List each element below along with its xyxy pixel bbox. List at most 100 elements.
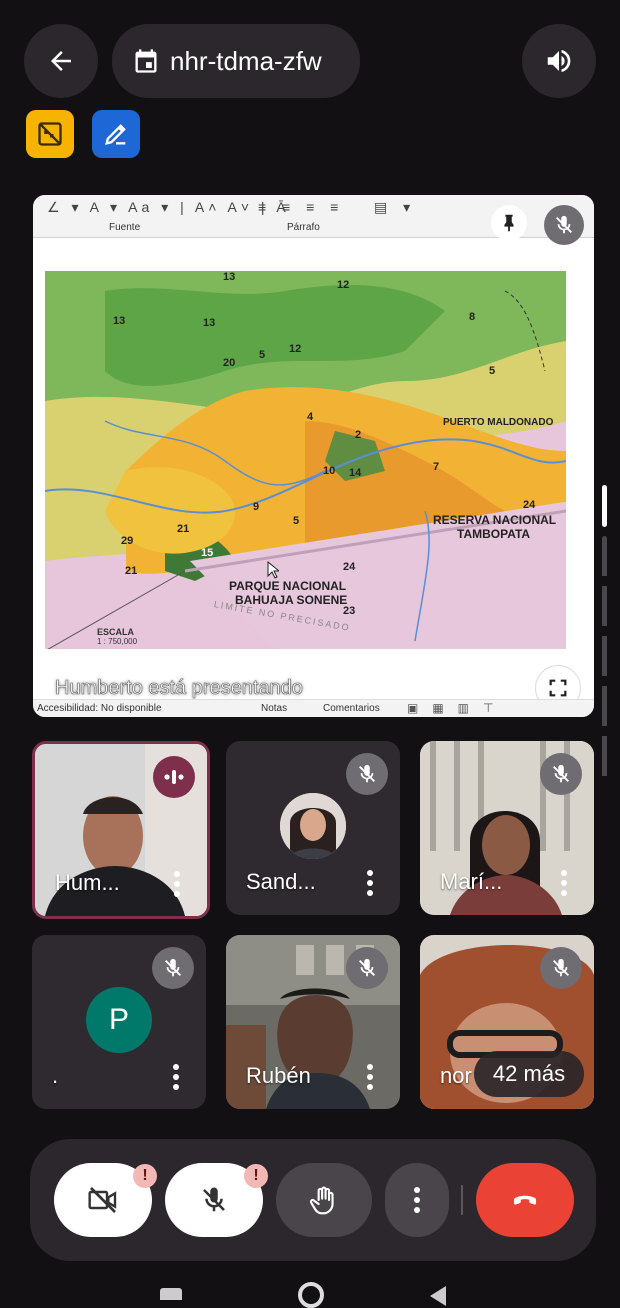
participant-name: nor (440, 1063, 472, 1088)
map-label: 12 (337, 279, 350, 291)
map-image: 13 12 8 13 13 20 5 12 5 4 2 10 14 7 9 5 … (45, 271, 566, 649)
map-label: 5 (293, 515, 300, 527)
map-label: 5 (259, 349, 266, 361)
more-options-button[interactable] (385, 1163, 449, 1237)
document-status-bar: Accesibilidad: No disponible Notas Comen… (33, 699, 594, 717)
control-divider (461, 1185, 463, 1215)
map-label: 21 (177, 523, 190, 535)
participant-tile[interactable]: Sand... (226, 741, 400, 915)
more-options-icon[interactable] (366, 869, 374, 897)
accessibility-status: Accesibilidad: No disponible (37, 703, 162, 714)
meeting-code-chip[interactable]: nhr-tdma-zfw (112, 24, 360, 98)
participant-tile[interactable]: P . (32, 935, 206, 1109)
notes-button: Notas (261, 703, 288, 714)
map-scale: ESCALA (97, 627, 135, 637)
scroll-track-marks (602, 536, 607, 786)
map-label: PARQUE NACIONAL (229, 579, 347, 593)
home-button[interactable] (298, 1282, 324, 1308)
map-label: 4 (307, 411, 314, 423)
more-options-icon[interactable] (172, 1063, 180, 1091)
more-participants-chip[interactable]: 42 más (474, 1051, 584, 1097)
participant-tile[interactable]: Hum... (32, 741, 210, 919)
view-icons: ▣▦▥⊤ (407, 701, 508, 715)
volume-icon (547, 50, 571, 72)
more-participants-count: 42 más (492, 1061, 566, 1086)
mic-off-icon (203, 1187, 225, 1212)
mute-badge (346, 753, 388, 795)
camera-warning-badge: ! (133, 1164, 157, 1188)
avatar-initial: P (108, 1003, 129, 1036)
paragraph-group-label: Párrafo (287, 222, 320, 233)
map-label: 2 (355, 429, 362, 441)
pin-button[interactable] (491, 205, 527, 241)
map-label: 9 (253, 501, 260, 513)
fullscreen-icon (549, 679, 567, 697)
map-label: 24 (523, 499, 536, 511)
recents-button[interactable] (160, 1288, 182, 1300)
map-label: 10 (323, 465, 336, 477)
back-nav-button[interactable] (430, 1286, 446, 1306)
meeting-code: nhr-tdma-zfw (170, 45, 322, 76)
more-options-icon[interactable] (366, 1063, 374, 1091)
avatar (280, 793, 346, 859)
presenter-mute-badge (544, 205, 584, 245)
map-label: 13 (113, 315, 126, 327)
back-button[interactable] (24, 24, 98, 98)
participant-tile[interactable]: Rubén (226, 935, 400, 1109)
more-options-icon[interactable] (560, 869, 568, 897)
speaker-button[interactable] (522, 24, 596, 98)
hide-layout-icon (38, 122, 62, 146)
participant-name: . (52, 1063, 59, 1088)
presenter-caption: Humberto está presentando (55, 677, 304, 700)
mic-off-icon (556, 215, 572, 234)
map-label: 8 (469, 311, 476, 323)
participant-name: Hum... (55, 870, 120, 895)
more-vert-icon (414, 1187, 420, 1213)
map-label: 12 (289, 343, 302, 355)
avatar: P (86, 987, 152, 1053)
pin-icon (504, 214, 514, 232)
participant-tile[interactable]: Marí... (420, 741, 594, 915)
mute-badge (540, 947, 582, 989)
calendar-icon (135, 49, 157, 73)
map-label: 7 (433, 461, 440, 473)
camera-off-icon (88, 1187, 117, 1213)
map-label: RESERVA NACIONAL (433, 513, 557, 527)
map-label: 13 (203, 317, 216, 329)
mic-off-icon (165, 958, 181, 977)
more-options-icon[interactable] (173, 870, 181, 898)
arrow-back-icon (51, 51, 71, 71)
cursor-icon (267, 561, 279, 579)
call-end-icon (513, 1195, 537, 1205)
mute-badge (152, 947, 194, 989)
participant-name: Rubén (246, 1063, 311, 1088)
comments-button: Comentarios (323, 703, 380, 714)
hand-icon (309, 1186, 334, 1215)
mic-off-icon (553, 958, 569, 977)
map-label: 13 (223, 271, 236, 283)
no-captions-badge[interactable] (26, 110, 74, 158)
participant-tile[interactable]: nor 42 más (420, 935, 594, 1109)
mute-badge (540, 753, 582, 795)
end-call-button[interactable] (476, 1163, 574, 1237)
presentation-frame[interactable]: ∠ ▾ A ▾ Aa ▾ | A˄ A˅ | Ᾱ ≡ ≡ ≡ ≡ ▤ ▾ Fue… (33, 195, 594, 717)
scroll-indicator[interactable] (602, 485, 607, 527)
participant-name: Marí... (440, 869, 503, 894)
mic-off-icon (359, 764, 375, 783)
whiteboard-badge[interactable] (92, 110, 140, 158)
participant-name: Sand... (246, 869, 316, 894)
raise-hand-button[interactable] (276, 1163, 372, 1237)
mic-warning-badge: ! (244, 1164, 268, 1188)
map-label: PUERTO MALDONADO (443, 417, 554, 428)
map-label: 21 (125, 565, 138, 577)
pen-icon (105, 124, 126, 145)
map-label: 24 (343, 561, 356, 573)
font-group-label: Fuente (109, 222, 141, 233)
speaking-indicator (153, 756, 195, 798)
mute-badge (346, 947, 388, 989)
map-label: 15 (201, 547, 214, 559)
map-scale-value: 1 : 750,000 (97, 637, 138, 646)
map-label: 5 (489, 365, 496, 377)
map-label: 14 (349, 467, 362, 479)
map-label: TAMBOPATA (457, 527, 531, 541)
